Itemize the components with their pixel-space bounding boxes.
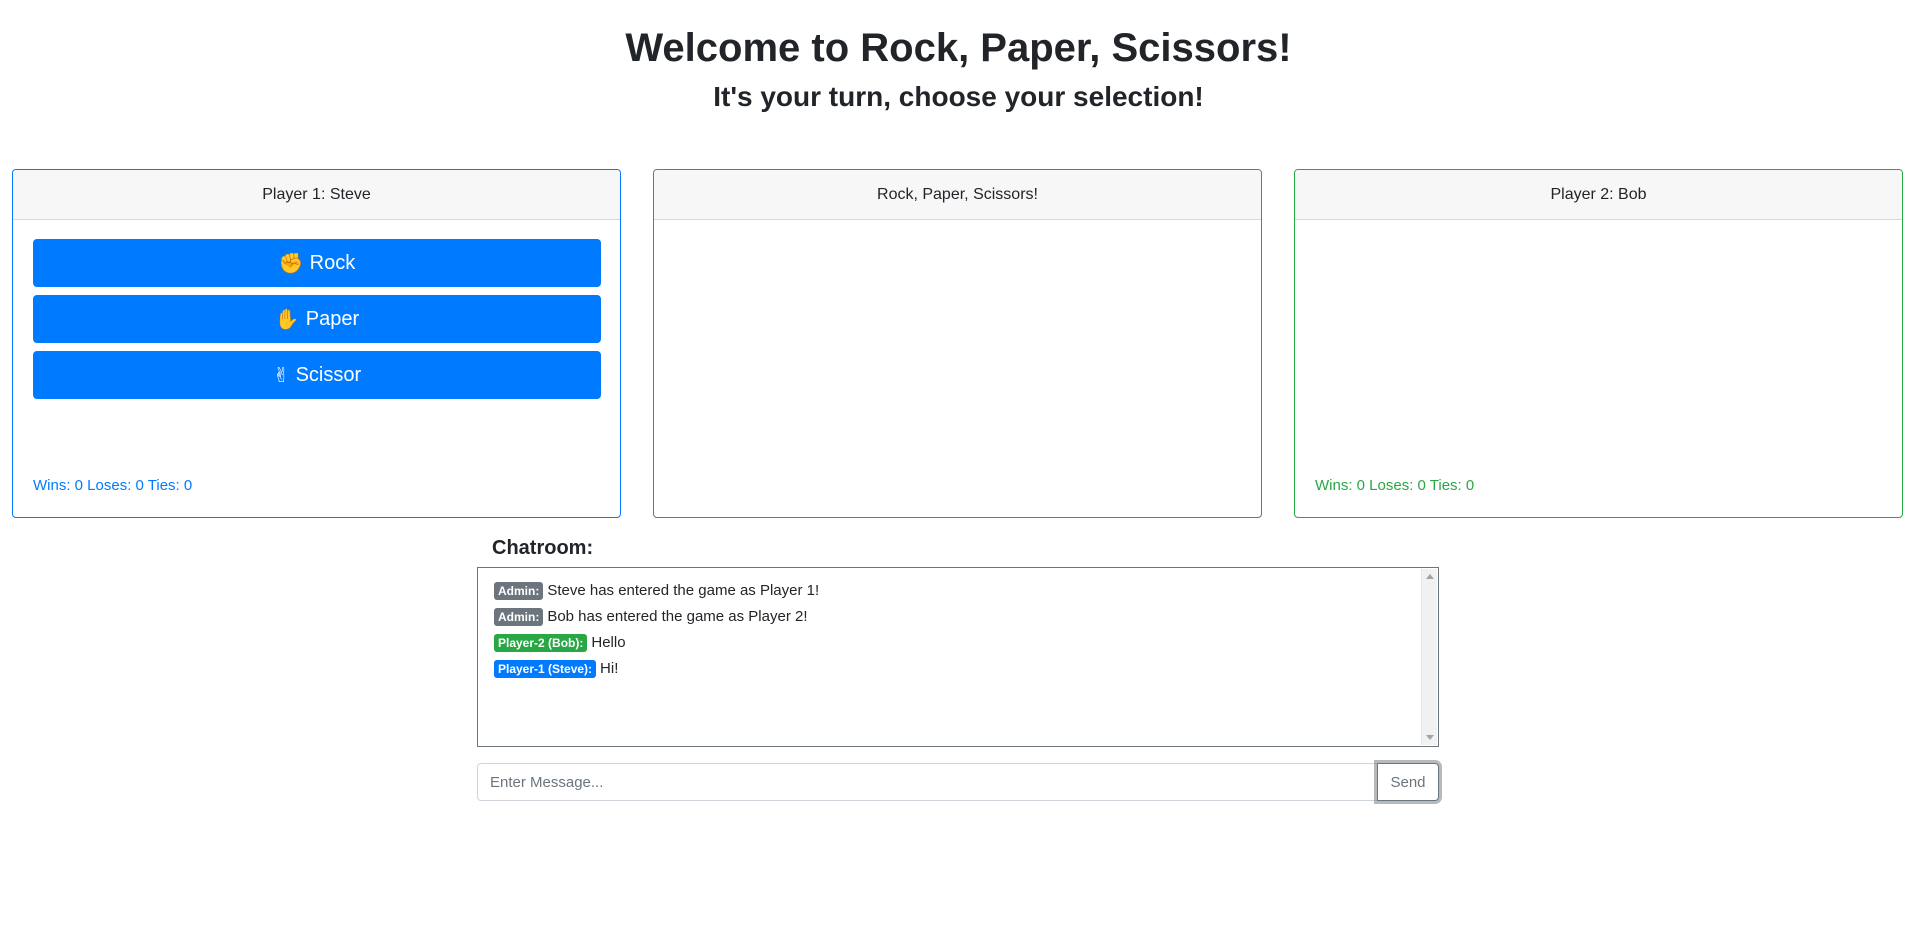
- chat-scrollbar[interactable]: [1421, 569, 1437, 745]
- message-text: Bob has entered the game as Player 2!: [547, 608, 808, 626]
- hand-paper-icon: ✋: [274, 308, 300, 331]
- page-title: Welcome to Rock, Paper, Scissors!: [625, 26, 1292, 70]
- chat-message: Admin: Bob has entered the game as Player…: [494, 604, 1418, 630]
- paper-button[interactable]: ✋ Paper: [33, 295, 601, 343]
- player1-card: Player 1: Steve ✊ Rock ✋ Paper ✌ Scissor…: [12, 169, 621, 518]
- message-input[interactable]: [477, 763, 1378, 801]
- player2-header: Player 2: Bob: [1295, 170, 1902, 220]
- send-button[interactable]: Send: [1377, 763, 1439, 801]
- chat-messages: Admin: Steve has entered the game as Play…: [494, 578, 1418, 682]
- arena-card: Rock, Paper, Scissors!: [653, 169, 1262, 518]
- turn-prompt: It's your turn, choose your selection!: [713, 81, 1204, 112]
- chat-message: Player-2 (Bob): Hello: [494, 630, 1418, 656]
- page: Welcome to Rock, Paper, Scissors! It's y…: [0, 0, 1917, 934]
- sender-badge: Admin:: [494, 582, 544, 601]
- chat-message: Player-1 (Steve): Hi!: [494, 656, 1418, 682]
- message-text: Hi!: [600, 660, 619, 678]
- rock-label: Rock: [309, 251, 356, 274]
- player1-header: Player 1: Steve: [13, 170, 620, 220]
- chat-log[interactable]: Admin: Steve has entered the game as Play…: [477, 567, 1439, 747]
- rock-button[interactable]: ✊ Rock: [33, 239, 601, 287]
- message-text: Hello: [591, 634, 626, 652]
- scissor-label: Scissor: [295, 363, 362, 386]
- message-text: Steve has entered the game as Player 1!: [547, 582, 820, 600]
- sender-badge: Admin:: [494, 608, 544, 627]
- chatroom-label: Chatroom:: [492, 537, 594, 559]
- paper-label: Paper: [305, 307, 360, 330]
- player2-card: Player 2: Bob Wins: 0 Loses: 0 Ties: 0: [1294, 169, 1903, 518]
- scroll-up-icon[interactable]: [1426, 574, 1434, 579]
- player1-stats: Wins: 0 Loses: 0 Ties: 0: [33, 477, 193, 494]
- scroll-down-icon[interactable]: [1426, 735, 1434, 740]
- scissor-button[interactable]: ✌ Scissor: [33, 351, 601, 399]
- hand-rock-icon: ✊: [278, 252, 304, 275]
- player2-stats: Wins: 0 Loses: 0 Ties: 0: [1315, 477, 1475, 494]
- sender-badge: Player-1 (Steve):: [494, 660, 597, 679]
- sender-badge: Player-2 (Bob):: [494, 634, 588, 653]
- arena-header: Rock, Paper, Scissors!: [654, 170, 1261, 220]
- hand-scissors-icon: ✌: [272, 364, 290, 387]
- chat-message: Admin: Steve has entered the game as Play…: [494, 578, 1418, 604]
